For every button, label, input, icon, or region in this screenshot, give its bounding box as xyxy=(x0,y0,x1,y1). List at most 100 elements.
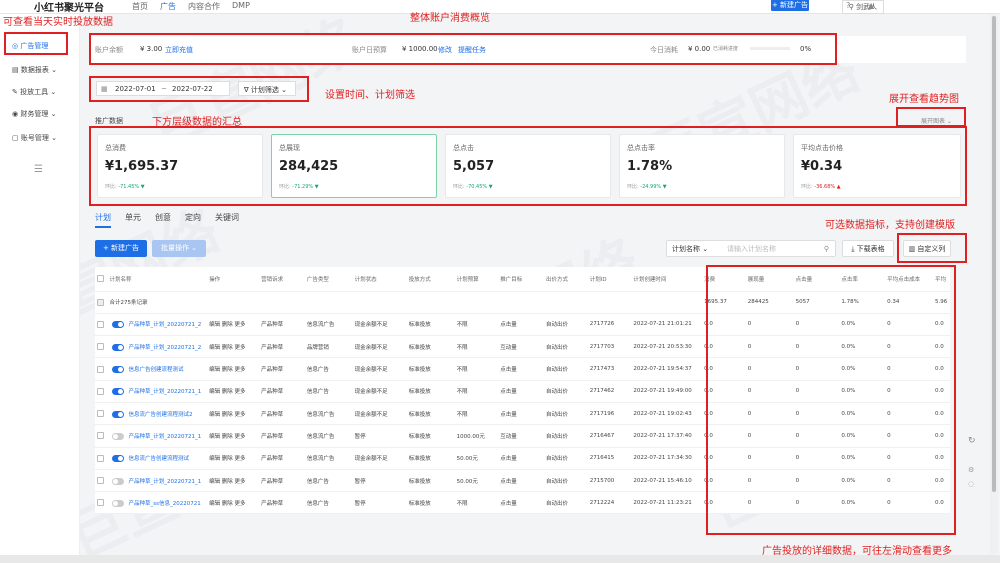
row-checkbox[interactable] xyxy=(97,499,104,507)
row-checkbox[interactable] xyxy=(97,410,104,418)
table-row[interactable]: 产品种草_计划_20220721_1 编辑 删除 更多 产品种草 信息广告 现金余额不足… xyxy=(95,380,950,403)
row-ops[interactable]: 编辑 删除 更多 xyxy=(207,469,260,493)
row-ops[interactable]: 编辑 删除 更多 xyxy=(207,402,260,426)
col-header[interactable]: 点击率 xyxy=(839,267,886,292)
expand-chart-toggle[interactable]: 展开图表 ⌄ xyxy=(921,116,952,125)
nav-tab-dmp[interactable]: DMP xyxy=(232,1,250,12)
table-row[interactable]: 信息流广告创建流程测试 编辑 删除 更多 产品种草 信息流广告 现金余额不足 标准投放 50… xyxy=(95,447,950,470)
nav-tab-home[interactable]: 首页 xyxy=(132,1,148,12)
col-header[interactable]: 计划状态 xyxy=(352,267,407,292)
date-start[interactable]: 2022-07-01 xyxy=(115,85,156,93)
metric-card-avg-cpc[interactable]: 平均点击价格 ¥0.34 环比: -36.68% ▲ xyxy=(793,134,961,198)
row-toggle[interactable] xyxy=(112,388,125,396)
row-toggle[interactable] xyxy=(112,321,125,329)
select-all-checkbox[interactable] xyxy=(97,275,104,283)
row-ops[interactable]: 编辑 删除 更多 xyxy=(207,313,260,337)
row-plan-name[interactable]: 产品种草_计划_20220721_2 xyxy=(128,322,201,328)
download-table-button[interactable]: ⤓ 下载表格 xyxy=(842,240,894,257)
row-toggle[interactable] xyxy=(112,366,125,374)
row-ops[interactable]: 编辑 删除 更多 xyxy=(207,491,260,515)
row-plan-name[interactable]: 产品种草_计划_20220721_2 xyxy=(128,345,201,351)
col-header[interactable]: 推广目标 xyxy=(498,267,545,292)
col-header[interactable]: 计划预算 xyxy=(454,267,499,292)
table-row[interactable]: 产品种草_计划_20220721_2 编辑 删除 更多 产品种草 品牌营销 现金余额不足… xyxy=(95,335,950,359)
menu-collapse-icon[interactable]: ☰ xyxy=(34,164,43,175)
brand-logo[interactable]: 小红书聚光平台 xyxy=(34,0,104,14)
col-header[interactable]: 计划名称 xyxy=(107,267,208,292)
row-plan-name[interactable]: 产品种草_计划_20220721_1 xyxy=(128,434,201,440)
tab-targeting[interactable]: 定向 xyxy=(185,212,201,228)
nav-tab-content[interactable]: 内容合作 xyxy=(188,1,220,12)
page-scrollbar[interactable] xyxy=(990,14,998,554)
row-ops[interactable]: 编辑 删除 更多 xyxy=(207,335,260,359)
sidebar-item-reports[interactable]: ▤ 数据报表 ⌄ xyxy=(12,65,57,75)
row-checkbox[interactable] xyxy=(97,365,104,373)
custom-columns-button[interactable]: ▥ 自定义列 xyxy=(903,240,951,257)
metric-card-ctr[interactable]: 总点击率 1.78% 环比: -24.99% ▼ xyxy=(619,134,785,198)
col-header[interactable]: 计划创建时间 xyxy=(631,267,703,292)
budget-remind-link[interactable]: 提醒任务 xyxy=(458,45,486,55)
row-toggle[interactable] xyxy=(112,343,125,351)
recharge-link[interactable]: 立即充值 xyxy=(165,45,193,55)
row-toggle[interactable] xyxy=(112,499,125,507)
date-end[interactable]: 2022-07-22 xyxy=(172,85,213,93)
tab-creative[interactable]: 创意 xyxy=(155,212,171,228)
plan-filter-button[interactable]: ∇ 计划筛选 ⌄ xyxy=(238,81,296,96)
tab-plan[interactable]: 计划 xyxy=(95,212,111,228)
metric-card-total-clicks[interactable]: 总点击 5,057 环比: -70.45% ▼ xyxy=(445,134,611,198)
table-row[interactable]: 信息广告创建流程测试 编辑 删除 更多 产品种草 信息广告 现金余额不足 标准投放 不限 点击… xyxy=(95,357,950,381)
col-header[interactable]: 广告类型 xyxy=(304,267,353,292)
batch-ops-button[interactable]: 批量操作 ⌄ xyxy=(152,240,206,257)
row-checkbox[interactable] xyxy=(97,320,104,328)
col-header[interactable]: 营销诉求 xyxy=(259,267,305,292)
metric-card-total-impressions[interactable]: 总展现 284,425 环比: -71.29% ▼ xyxy=(271,134,437,198)
question-circle-icon[interactable]: ? xyxy=(846,1,850,10)
new-ad-top-button[interactable]: + 新建广告 xyxy=(771,0,809,11)
col-header[interactable]: 平均点击成本 xyxy=(885,267,933,292)
tab-keywords[interactable]: 关键词 xyxy=(215,212,239,228)
col-header[interactable]: 平均 xyxy=(932,267,950,292)
nav-tab-ads[interactable]: 广告 xyxy=(160,1,176,12)
row-toggle[interactable] xyxy=(112,455,125,463)
tab-unit[interactable]: 单元 xyxy=(125,212,141,228)
row-checkbox[interactable] xyxy=(97,477,104,485)
table-row[interactable]: 信息流广告创建流程测试2 编辑 删除 更多 产品种草 信息流广告 现金余额不足 标准投放不… xyxy=(95,402,950,426)
new-ad-button[interactable]: + 新建广告 xyxy=(95,240,147,257)
search-input[interactable]: 请输入计划名称 xyxy=(727,241,776,258)
col-header[interactable]: 消费 xyxy=(702,267,746,292)
table-row[interactable]: 产品种草_ss信息_20220721 编辑 删除 更多 产品种草 信息广告 暂停 标准投放… xyxy=(95,491,950,515)
row-ops[interactable]: 编辑 删除 更多 xyxy=(207,424,260,448)
sidebar-item-account[interactable]: ▢ 账号管理 ⌄ xyxy=(12,133,57,143)
row-plan-name[interactable]: 产品种草_ss信息_20220721 xyxy=(128,501,200,507)
sidebar-item-tools[interactable]: ✎ 投放工具 ⌄ xyxy=(12,87,56,97)
row-plan-name[interactable]: 信息流广告创建流程测试 xyxy=(128,456,189,462)
settings-icon[interactable]: ⚙ xyxy=(968,466,974,474)
col-header[interactable]: 投放方式 xyxy=(406,267,455,292)
row-toggle[interactable] xyxy=(112,410,125,418)
row-ops[interactable]: 编辑 删除 更多 xyxy=(207,447,260,470)
search-type-select[interactable]: 计划名称 ⌄ xyxy=(667,245,708,253)
col-header[interactable]: 点击量 xyxy=(793,267,840,292)
sidebar-item-finance[interactable]: ◉ 财务管理 ⌄ xyxy=(12,109,56,119)
scrollbar-thumb[interactable] xyxy=(992,16,996,492)
row-plan-name[interactable]: 产品种草_计划_20220721_1 xyxy=(128,389,201,395)
row-ops[interactable]: 编辑 删除 更多 xyxy=(207,380,260,403)
table-row[interactable]: 产品种草_计划_20220721_2 编辑 删除 更多 产品种草 信息流广告 现金余额不… xyxy=(95,313,950,337)
row-toggle[interactable] xyxy=(112,477,125,485)
table-row[interactable]: 产品种草_计划_20220721_1 编辑 删除 更多 产品种草 信息广告 暂停 标准投放… xyxy=(95,469,950,493)
row-checkbox[interactable] xyxy=(97,343,104,351)
refresh-icon[interactable]: ↻ xyxy=(968,436,976,446)
row-ops[interactable]: 编辑 删除 更多 xyxy=(207,357,260,381)
row-plan-name[interactable]: 信息流广告创建流程测试2 xyxy=(128,412,192,418)
col-header[interactable]: 出价方式 xyxy=(544,267,588,292)
table-row[interactable]: 产品种草_计划_20220721_1 编辑 删除 更多 产品种草 信息流广告 暂停 标准投… xyxy=(95,424,950,448)
metric-card-total-cost[interactable]: 总消费 ¥1,695.37 环比: -71.45% ▼ xyxy=(97,134,263,198)
row-checkbox[interactable] xyxy=(97,432,104,440)
row-plan-name[interactable]: 产品种草_计划_20220721_1 xyxy=(128,479,201,485)
row-plan-name[interactable]: 信息广告创建流程测试 xyxy=(128,367,183,373)
bell-icon[interactable]: ▲ xyxy=(868,1,874,10)
row-toggle[interactable] xyxy=(112,432,125,440)
sidebar-item-ad-manage[interactable]: ◎ 广告管理 xyxy=(12,41,48,51)
row-checkbox[interactable] xyxy=(97,387,104,395)
budget-edit-link[interactable]: 修改 xyxy=(438,45,452,55)
